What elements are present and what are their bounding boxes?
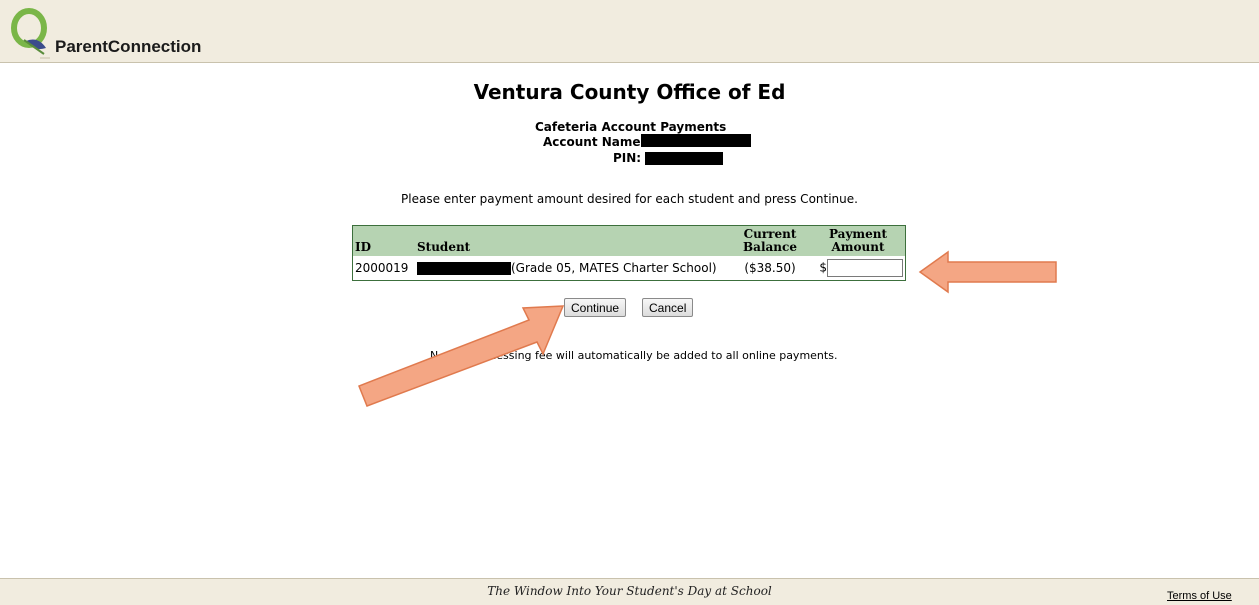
left-arrow-annotation-icon	[918, 250, 1057, 294]
currency-symbol: $	[819, 260, 827, 275]
footer-tagline: The Window Into Your Student's Day at Sc…	[487, 584, 772, 598]
header-bar: ParentConnection	[0, 0, 1259, 63]
terms-of-use-link[interactable]: Terms of Use	[1167, 590, 1232, 602]
diagonal-arrow-annotation-icon	[358, 305, 565, 407]
redacted-student-name	[417, 262, 511, 275]
page-title: Ventura County Office of Ed	[473, 80, 786, 104]
column-header-payment-amount: Payment Amount	[811, 225, 906, 256]
continue-button[interactable]: Continue	[564, 298, 627, 317]
column-header-student: Student	[415, 225, 729, 256]
table-row: 2000019 (Grade 05, MATES Charter School)…	[353, 256, 906, 281]
redacted-pin	[645, 152, 723, 165]
column-header-id: ID	[352, 225, 415, 256]
payment-amount-input[interactable]	[827, 259, 903, 277]
account-name-label: Account Name:	[543, 135, 646, 149]
pin-label: PIN:	[613, 151, 642, 165]
payment-table: ID Student Current Balance Payment Amount …	[352, 225, 906, 281]
cancel-button[interactable]: Cancel	[642, 298, 694, 317]
student-detail: (Grade 05, MATES Charter School)	[511, 261, 717, 275]
table-header-row: ID Student Current Balance Payment Amount	[352, 225, 906, 256]
student-cell: (Grade 05, MATES Charter School)	[415, 256, 729, 281]
section-title: Cafeteria Account Payments	[535, 120, 727, 134]
payment-amount-cell: $	[811, 256, 906, 281]
q-logo-icon	[11, 8, 50, 59]
current-balance: ($38.50)	[744, 261, 796, 275]
parentconnection-logo[interactable]: ParentConnection	[10, 6, 210, 60]
logo-text: ParentConnection	[55, 37, 202, 56]
instructions-text: Please enter payment amount desired for …	[401, 192, 858, 206]
column-header-current-balance: Current Balance	[729, 225, 811, 256]
student-id: 2000019	[355, 261, 409, 275]
redacted-account-name	[641, 134, 751, 147]
